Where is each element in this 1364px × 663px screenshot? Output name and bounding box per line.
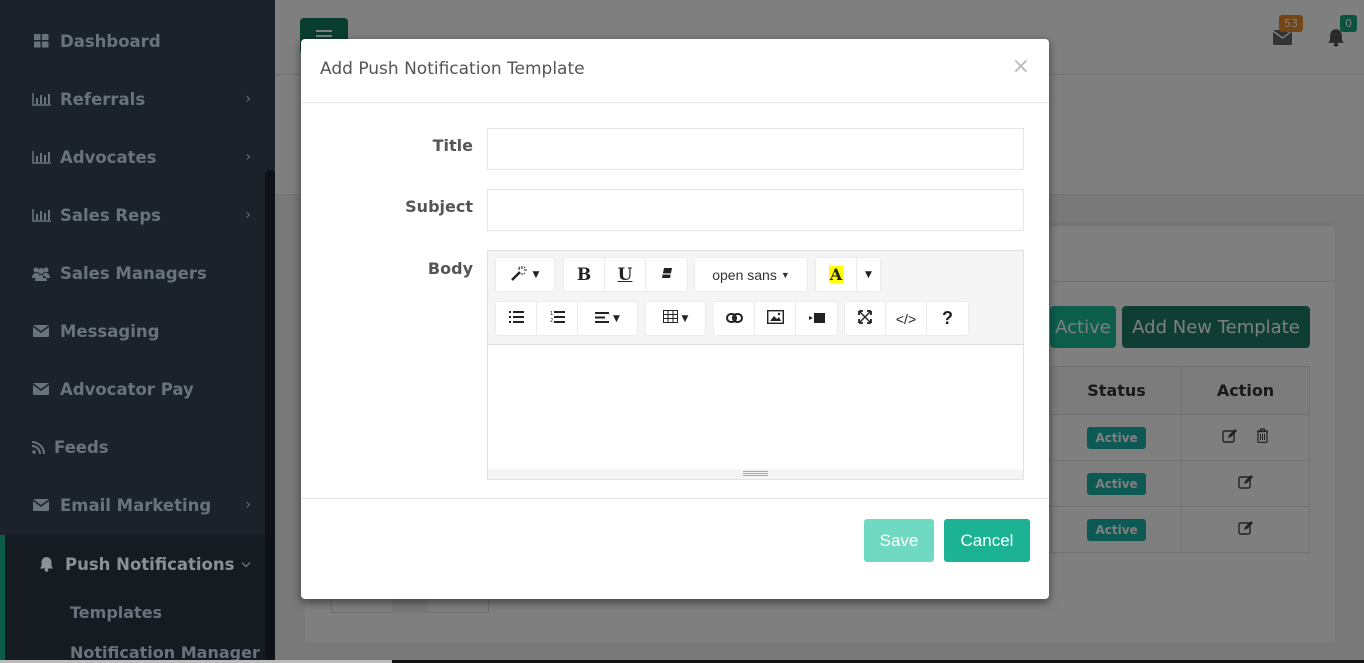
bar-chart-icon (31, 149, 51, 165)
sidebar-item-label: Sales Managers (60, 263, 207, 283)
fullscreen-icon (858, 309, 872, 328)
bar-chart-icon (31, 207, 51, 223)
modal-title: Add Push Notification Template (320, 59, 585, 79)
body-label: Body (427, 259, 473, 278)
sidebar-item-label: Sales Reps (60, 205, 161, 225)
sidebar-item-label: Advocator Pay (60, 379, 194, 399)
chevron-right-icon: › (245, 149, 251, 165)
sidebar-item-push-notifications[interactable]: Push Notifications (0, 535, 265, 593)
list-ul-icon (508, 310, 524, 327)
subject-input[interactable] (487, 189, 1024, 231)
sidebar-item-advocator-pay[interactable]: Advocator Pay (0, 360, 265, 418)
sidebar-active-section: Push Notifications Templates Notificatio… (0, 535, 265, 663)
chevron-right-icon: › (245, 497, 251, 513)
fullscreen-button[interactable] (845, 302, 886, 335)
magic-wand-icon (510, 265, 529, 285)
sidebar: Dashboard Referrals › Advocates › Sales … (0, 0, 275, 663)
chevron-down-icon (241, 557, 251, 572)
chevron-right-icon: › (245, 207, 251, 223)
envelope-icon (31, 381, 51, 397)
font-name-group: open sans ▼ (694, 257, 808, 292)
color-dropdown-button[interactable]: ▼ (857, 258, 880, 291)
eraser-icon (661, 267, 673, 283)
sidebar-item-sales-managers[interactable]: Sales Managers (0, 244, 265, 302)
bold-button[interactable]: B (564, 258, 605, 291)
svg-text:2: 2 (550, 318, 553, 323)
link-icon (725, 311, 743, 327)
add-template-modal: Add Push Notification Template × Title S… (301, 39, 1049, 599)
view-group: </> ? (844, 301, 969, 336)
recent-color-button[interactable]: A (816, 258, 857, 291)
rich-text-editor: ▼ B U open sans ▼ A ▼ 1 2 ▼ ▼ </> ? (487, 250, 1024, 480)
table-icon (662, 310, 678, 327)
sidebar-item-label: Email Marketing (60, 495, 212, 515)
editor-resize-handle[interactable] (488, 469, 1023, 479)
sidebar-scrollbar[interactable] (265, 170, 275, 663)
bar-chart-icon (31, 91, 51, 107)
help-button[interactable]: ? (927, 302, 968, 335)
chevron-right-icon: › (245, 91, 251, 107)
clear-format-button[interactable] (646, 258, 687, 291)
sidebar-item-referrals[interactable]: Referrals › (0, 70, 265, 128)
style-dropdown-button[interactable]: ▼ (496, 258, 554, 291)
color-group: A ▼ (815, 257, 881, 292)
title-input[interactable] (487, 128, 1024, 170)
caret-down-icon: ▼ (681, 313, 689, 324)
list-group: 12 ▼ (495, 301, 638, 336)
caret-down-icon: ▼ (865, 269, 872, 280)
image-icon (766, 309, 784, 328)
sidebar-subitem-templates[interactable]: Templates (70, 603, 162, 622)
insert-link-button[interactable] (714, 302, 755, 335)
ordered-list-button[interactable]: 12 (537, 302, 578, 335)
sidebar-item-messaging[interactable]: Messaging (0, 302, 265, 360)
sidebar-item-label: Dashboard (60, 31, 161, 51)
paragraph-align-dropdown[interactable]: ▼ (578, 302, 637, 335)
sidebar-item-email-marketing[interactable]: Email Marketing › (0, 476, 265, 534)
video-icon (808, 311, 825, 327)
insert-image-button[interactable] (755, 302, 796, 335)
table-group: ▼ (645, 301, 706, 336)
sidebar-item-label: Feeds (54, 437, 109, 457)
list-ol-icon: 12 (550, 310, 565, 327)
caret-down-icon: ▼ (532, 269, 540, 280)
font-style-group: B U (563, 257, 688, 292)
close-icon[interactable]: × (1012, 56, 1030, 78)
envelope-icon (31, 497, 51, 513)
caret-down-icon: ▼ (780, 269, 790, 280)
insert-group (713, 301, 838, 336)
bell-icon (36, 556, 56, 572)
font-name-value: open sans (712, 266, 777, 283)
sidebar-item-label: Referrals (60, 89, 146, 109)
modal-header: Add Push Notification Template × (301, 39, 1049, 103)
grip-icon (743, 471, 768, 472)
underline-button[interactable]: U (605, 258, 646, 291)
sidebar-item-label: Advocates (60, 147, 157, 167)
highlight-color-letter: A (828, 265, 844, 284)
unordered-list-button[interactable] (496, 302, 537, 335)
sidebar-item-dashboard[interactable]: Dashboard (0, 12, 265, 70)
sidebar-item-sales-reps[interactable]: Sales Reps › (0, 186, 265, 244)
users-icon (31, 265, 51, 281)
sidebar-item-advocates[interactable]: Advocates › (0, 128, 265, 186)
code-view-button[interactable]: </> (886, 302, 927, 335)
insert-video-button[interactable] (796, 302, 837, 335)
table-dropdown-button[interactable]: ▼ (646, 302, 705, 335)
save-button[interactable]: Save (864, 519, 934, 562)
dashboard-icon (31, 33, 51, 49)
caret-down-icon: ▼ (613, 313, 620, 324)
sidebar-item-label: Messaging (60, 321, 160, 341)
modal-footer: Save Cancel (301, 498, 1049, 599)
svg-text:1: 1 (550, 311, 553, 317)
title-label: Title (432, 136, 473, 155)
sidebar-item-feeds[interactable]: Feeds (0, 418, 265, 476)
font-name-dropdown[interactable]: open sans ▼ (695, 258, 807, 291)
cancel-button[interactable]: Cancel (944, 519, 1030, 562)
align-left-icon (595, 311, 610, 327)
rss-icon (31, 439, 45, 455)
style-group: ▼ (495, 257, 555, 292)
body-editor-area[interactable] (488, 344, 1023, 469)
envelope-icon (31, 323, 51, 339)
subject-label: Subject (405, 197, 473, 216)
sidebar-item-label: Push Notifications (65, 554, 235, 574)
